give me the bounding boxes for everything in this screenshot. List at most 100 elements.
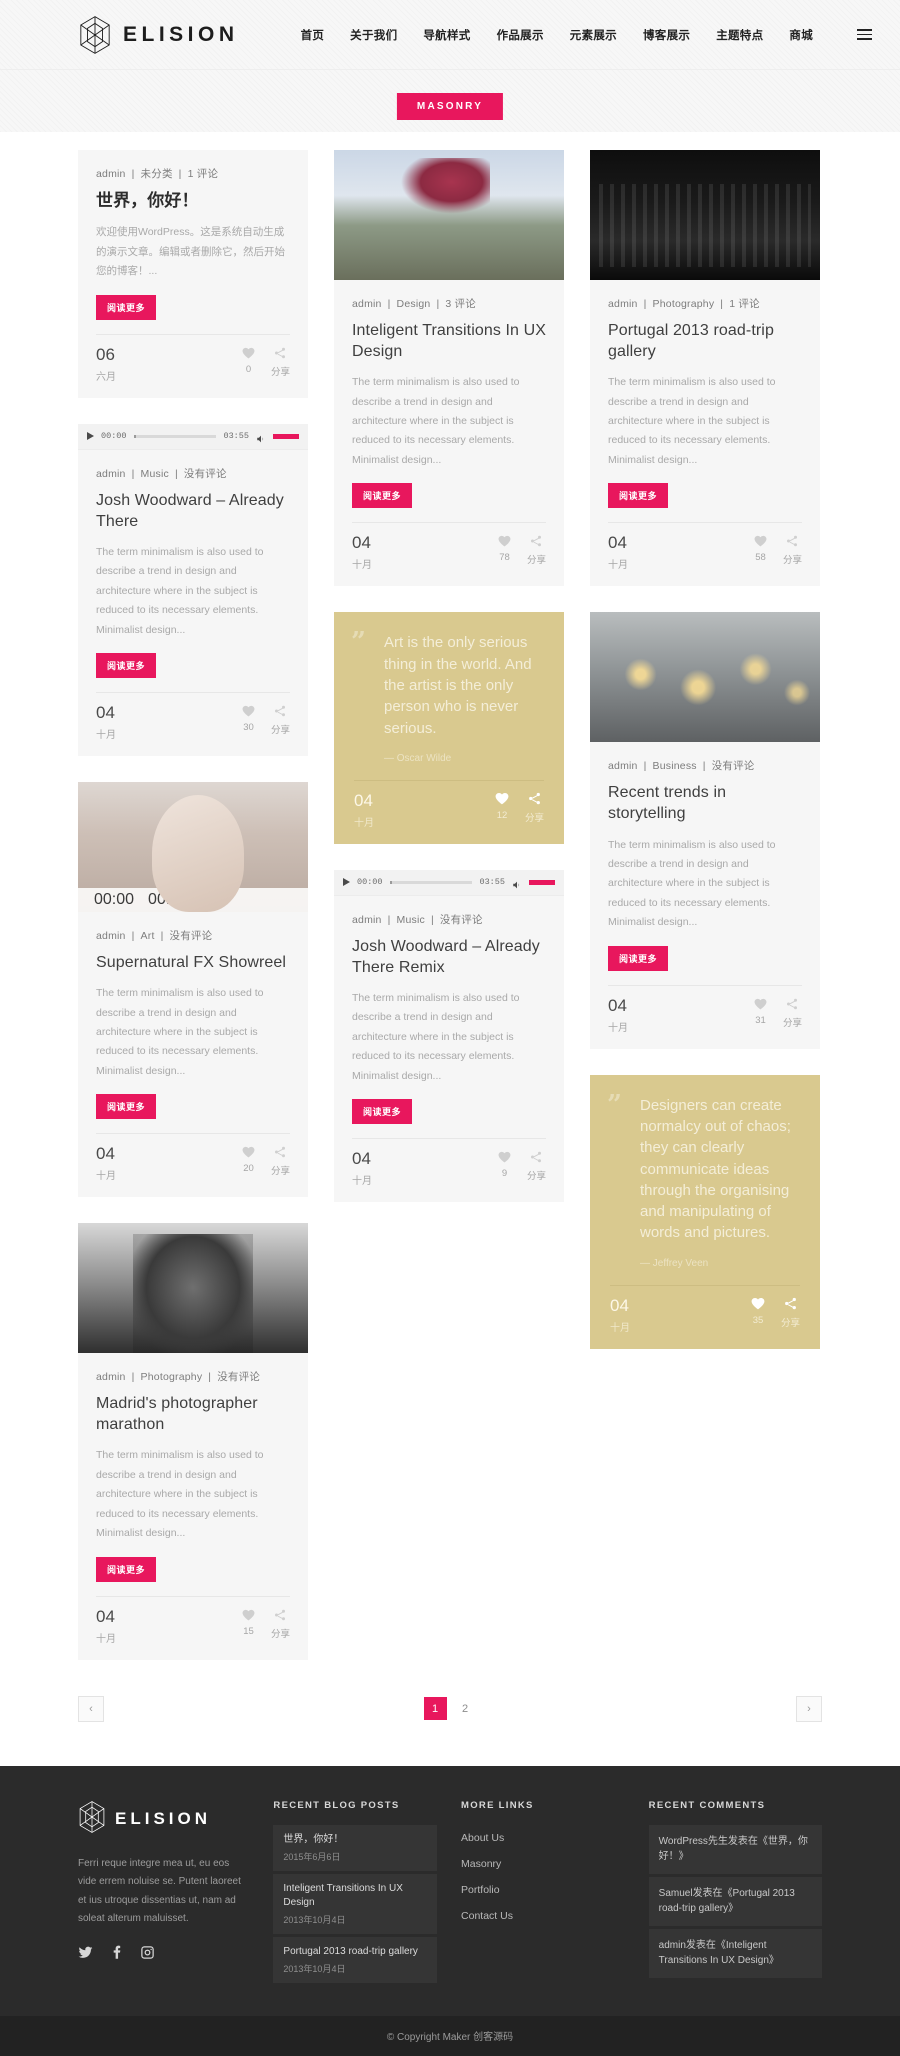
- post-category[interactable]: Music: [141, 468, 169, 480]
- share-button[interactable]: 分享: [271, 1608, 290, 1640]
- hamburger-icon[interactable]: [857, 26, 872, 43]
- like-button[interactable]: 9: [498, 1150, 511, 1182]
- footer-post-item[interactable]: Inteligent Transitions In UX Design 2013…: [273, 1873, 438, 1934]
- read-more-button[interactable]: 阅读更多: [608, 483, 669, 509]
- post-author[interactable]: admin: [96, 468, 126, 480]
- post-author[interactable]: admin: [352, 914, 382, 926]
- like-button[interactable]: 58: [754, 534, 767, 566]
- post-title[interactable]: Recent trends in storytelling: [608, 782, 802, 824]
- play-icon[interactable]: [87, 432, 94, 441]
- volume-slider[interactable]: [273, 433, 299, 439]
- post-category[interactable]: 未分类: [141, 168, 173, 180]
- like-button[interactable]: 31: [754, 997, 767, 1029]
- footer-comment-item[interactable]: WordPress先生发表在《世界，你好！》: [648, 1824, 823, 1874]
- like-button[interactable]: 35: [751, 1297, 765, 1329]
- post-card-josh-woodward[interactable]: 00:00 03:55 admin | Music | 没有评论 Josh Woodwa…: [78, 423, 308, 757]
- post-title[interactable]: Josh Woodward – Already There Remix: [352, 936, 546, 978]
- like-button[interactable]: 15: [242, 1608, 255, 1640]
- post-category[interactable]: Music: [397, 914, 425, 926]
- post-title[interactable]: Josh Woodward – Already There: [96, 490, 290, 532]
- post-comments[interactable]: 没有评论: [170, 930, 213, 942]
- post-category[interactable]: Business: [653, 760, 697, 772]
- read-more-button[interactable]: 阅读更多: [352, 483, 413, 509]
- post-thumbnail[interactable]: 00:00 00:56: [78, 782, 308, 913]
- pagination-page-1[interactable]: 1: [423, 1697, 447, 1721]
- share-button[interactable]: 分享: [783, 997, 802, 1029]
- post-card-supernatural-fx[interactable]: 00:00 00:56 admin | Art | 没有评论 Supernatural …: [78, 782, 308, 1198]
- post-thumbnail[interactable]: [590, 612, 820, 743]
- audio-player[interactable]: 00:00 03:55: [334, 869, 564, 896]
- post-author[interactable]: admin: [96, 168, 126, 180]
- like-button[interactable]: 0: [242, 346, 255, 378]
- post-comments[interactable]: 没有评论: [712, 760, 755, 772]
- post-category[interactable]: Photography: [653, 298, 715, 310]
- audio-progress-bar[interactable]: [389, 880, 473, 884]
- pagination-page-2[interactable]: 2: [454, 1697, 477, 1720]
- volume-slider[interactable]: [529, 879, 555, 885]
- speaker-icon[interactable]: [256, 431, 266, 443]
- post-comments[interactable]: 没有评论: [184, 468, 227, 480]
- audio-progress-bar[interactable]: [133, 434, 217, 438]
- post-card-madrid-marathon[interactable]: admin | Photography | 没有评论 Madrid's photogra…: [78, 1223, 308, 1660]
- like-button[interactable]: 20: [242, 1145, 255, 1177]
- post-comments[interactable]: 没有评论: [217, 1371, 260, 1383]
- like-button[interactable]: 12: [495, 792, 509, 824]
- quote-card-jeffrey-veen[interactable]: ” Designers can create normalcy out of c…: [590, 1074, 820, 1349]
- video-player[interactable]: 00:00 00:56: [78, 888, 308, 913]
- post-title[interactable]: Madrid's photographer marathon: [96, 1393, 290, 1435]
- read-more-button[interactable]: 阅读更多: [96, 294, 157, 320]
- post-category[interactable]: Photography: [141, 1371, 203, 1383]
- post-comments[interactable]: 1 评论: [188, 168, 219, 180]
- read-more-button[interactable]: 阅读更多: [96, 1094, 157, 1120]
- post-author[interactable]: admin: [96, 930, 126, 942]
- audio-player[interactable]: 00:00 03:55: [78, 423, 308, 450]
- share-button[interactable]: 分享: [527, 1150, 546, 1182]
- nav-item-nav-styles[interactable]: 导航样式: [423, 27, 470, 43]
- footer-logo[interactable]: ELISION: [78, 1800, 249, 1839]
- nav-item-features[interactable]: 主题特点: [716, 27, 763, 43]
- post-card-portugal-gallery[interactable]: admin | Photography | 1 评论 Portugal 2013 roa…: [590, 150, 820, 587]
- post-card-hello-world[interactable]: admin | 未分类 | 1 评论 世界，你好！ 欢迎使用WordPress。这是系统…: [78, 150, 308, 398]
- footer-post-item[interactable]: 世界，你好！ 2015年6月6日: [273, 1824, 438, 1871]
- read-more-button[interactable]: 阅读更多: [352, 1099, 413, 1125]
- like-button[interactable]: 30: [242, 704, 255, 736]
- post-thumbnail[interactable]: [590, 150, 820, 280]
- like-button[interactable]: 78: [498, 534, 511, 566]
- quote-card-oscar-wilde[interactable]: ” Art is the only serious thing in the w…: [334, 612, 564, 844]
- footer-comment-item[interactable]: admin发表在《Inteligent Transitions In UX De…: [648, 1928, 823, 1978]
- post-author[interactable]: admin: [608, 760, 638, 772]
- post-author[interactable]: admin: [608, 298, 638, 310]
- post-title[interactable]: Portugal 2013 road-trip gallery: [608, 320, 802, 362]
- play-icon[interactable]: [343, 878, 350, 887]
- post-thumbnail[interactable]: [78, 1223, 308, 1354]
- post-comments[interactable]: 1 评论: [729, 298, 760, 310]
- facebook-icon[interactable]: [109, 1945, 124, 1965]
- post-title[interactable]: Supernatural FX Showreel: [96, 952, 290, 973]
- instagram-icon[interactable]: [140, 1945, 155, 1965]
- post-card-josh-woodward-remix[interactable]: 00:00 03:55 admin | Music | 没有评论 Josh Woodwa…: [334, 869, 564, 1203]
- read-more-button[interactable]: 阅读更多: [96, 1556, 157, 1582]
- speaker-icon[interactable]: [195, 891, 205, 909]
- footer-link-masonry[interactable]: Masonry: [461, 1851, 625, 1877]
- share-button[interactable]: 分享: [271, 704, 290, 736]
- post-card-inteligent-transitions[interactable]: admin | Design | 3 评论 Inteligent Transitions…: [334, 150, 564, 587]
- nav-item-about[interactable]: 关于我们: [350, 27, 397, 43]
- pagination-prev[interactable]: ‹: [78, 1695, 104, 1722]
- share-button[interactable]: 分享: [271, 346, 290, 378]
- nav-item-shop[interactable]: 商城: [789, 27, 813, 43]
- nav-item-portfolio[interactable]: 作品展示: [497, 27, 544, 43]
- post-comments[interactable]: 没有评论: [440, 914, 483, 926]
- post-card-recent-trends[interactable]: admin | Business | 没有评论 Recent trends in sto…: [590, 612, 820, 1049]
- post-category[interactable]: Art: [141, 930, 155, 942]
- share-button[interactable]: 分享: [525, 792, 544, 824]
- share-button[interactable]: 分享: [783, 534, 802, 566]
- footer-link-portfolio[interactable]: Portfolio: [461, 1877, 625, 1903]
- post-title[interactable]: Inteligent Transitions In UX Design: [352, 320, 546, 362]
- footer-post-item[interactable]: Portugal 2013 road-trip gallery 2013年10月…: [273, 1936, 438, 1983]
- post-author[interactable]: admin: [352, 298, 382, 310]
- site-logo[interactable]: ELISION: [78, 15, 239, 55]
- nav-item-home[interactable]: 首页: [301, 27, 325, 43]
- post-category[interactable]: Design: [397, 298, 431, 310]
- post-comments[interactable]: 3 评论: [445, 298, 476, 310]
- read-more-button[interactable]: 阅读更多: [608, 945, 669, 971]
